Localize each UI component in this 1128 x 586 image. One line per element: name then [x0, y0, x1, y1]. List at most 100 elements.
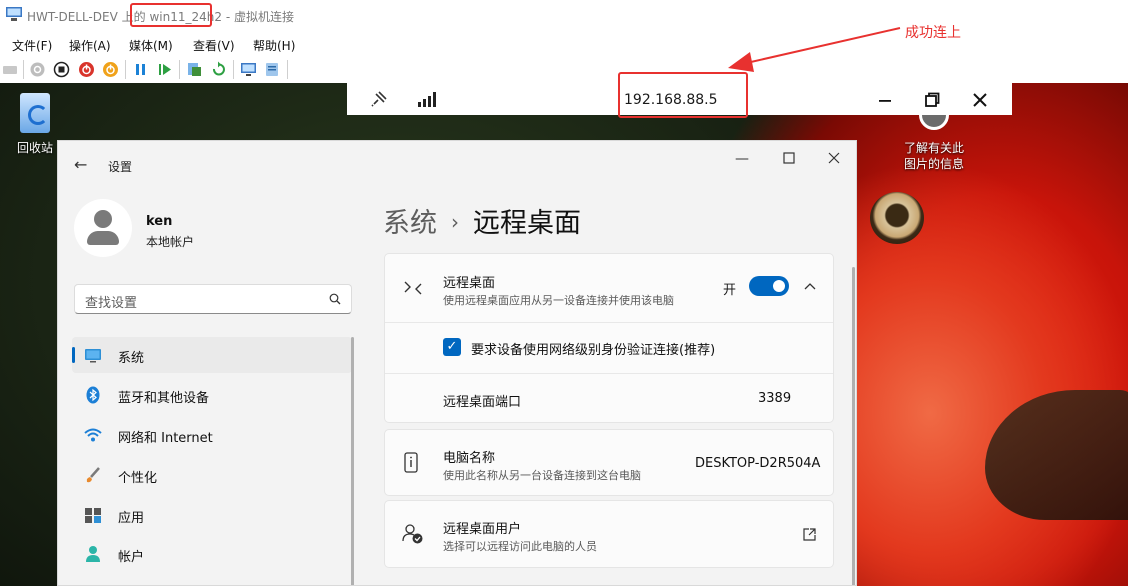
menu-media[interactable]: 媒体(M) — [129, 37, 173, 54]
user-check-icon — [402, 524, 423, 544]
resume-icon[interactable] — [156, 61, 173, 78]
toolbar-separator — [233, 60, 234, 79]
settings-close-icon[interactable] — [828, 152, 840, 164]
pause-icon[interactable] — [132, 61, 149, 78]
remote-desktop-toggle[interactable] — [749, 276, 789, 296]
pc-name-subtitle: 使用此名称从另一台设备连接到这台电脑 — [443, 469, 641, 482]
settings-window: ← 设置 — ken 本地帐户 查找设置 系统 蓝牙和其他设备 网络和 Inte… — [57, 140, 857, 586]
rdp-port-value: 3389 — [758, 391, 792, 406]
nav-item-label: 应用 — [118, 511, 145, 526]
remote-desktop-icon — [404, 281, 422, 295]
user-account-type: 本地帐户 — [146, 235, 195, 249]
account-icon — [86, 546, 100, 562]
enhanced-session-icon[interactable] — [240, 61, 257, 78]
recycle-bin-shortcut[interactable]: 回收站 — [10, 93, 60, 156]
nav-item-apps[interactable]: 应用 — [72, 497, 352, 533]
remote-desktop-subtitle: 使用远程桌面应用从另一设备连接并使用该电脑 — [443, 294, 674, 307]
nav-scrollbar[interactable] — [351, 337, 354, 585]
brush-icon — [86, 467, 100, 483]
search-icon — [329, 293, 341, 305]
remote-desktop-users-card[interactable]: 远程桌面用户 选择可以远程访问此电脑的人员 — [384, 500, 834, 568]
bluetooth-icon — [86, 386, 100, 404]
restore-icon[interactable] — [922, 90, 942, 110]
turn-off-icon[interactable] — [53, 61, 70, 78]
start-icon[interactable] — [29, 61, 46, 78]
avatar[interactable] — [74, 199, 132, 257]
breadcrumb: 系统 › 远程桌面 — [383, 201, 581, 240]
nav-item-personalization[interactable]: 个性化 — [72, 457, 352, 493]
apps-icon — [85, 508, 101, 523]
avatar-body-icon — [87, 231, 119, 245]
close-icon[interactable] — [970, 90, 990, 110]
pc-name-card: 电脑名称 使用此名称从另一台设备连接到这台电脑 DESKTOP-D2R504A — [384, 429, 834, 496]
rd-users-subtitle: 选择可以远程访问此电脑的人员 — [443, 540, 597, 553]
wallpaper-parrot-eye — [870, 192, 924, 244]
window-title-prefix: HWT-DELL-DEV 上的 — [27, 10, 146, 24]
save-icon[interactable] — [102, 61, 119, 78]
menu-action[interactable]: 操作(A) — [69, 37, 111, 54]
pc-name-title: 电脑名称 — [443, 451, 496, 466]
settings-maximize-icon[interactable] — [783, 152, 795, 164]
divider — [385, 322, 833, 323]
nav-item-label: 蓝牙和其他设备 — [118, 391, 210, 406]
learn-about-picture-line1: 了解有关此 — [903, 141, 964, 155]
window-title-suffix: - 虚拟机连接 — [225, 10, 294, 24]
avatar-head-icon — [94, 210, 112, 228]
settings-app-title: 设置 — [108, 160, 133, 174]
menu-file[interactable]: 文件(F) — [12, 37, 52, 54]
user-name: ken — [146, 214, 173, 229]
remote-desktop-title: 远程桌面 — [443, 276, 496, 291]
nav-item-system[interactable]: 系统 — [72, 337, 352, 373]
vm-connection-icon — [6, 7, 22, 21]
rd-users-title: 远程桌面用户 — [443, 522, 522, 537]
chevron-right-icon: › — [451, 210, 459, 234]
shutdown-icon[interactable] — [78, 61, 95, 78]
pc-info-icon — [404, 452, 418, 473]
divider — [385, 373, 833, 374]
nav-item-label: 系统 — [118, 351, 145, 366]
system-icon — [85, 349, 101, 363]
wifi-icon — [84, 428, 102, 442]
revert-icon[interactable] — [210, 61, 227, 78]
external-link-icon[interactable] — [803, 528, 816, 541]
nav-item-label: 网络和 Internet — [118, 431, 213, 446]
breadcrumb-parent[interactable]: 系统 — [383, 208, 437, 239]
toolbar-separator — [23, 60, 24, 79]
toolbar-separator — [125, 60, 126, 79]
remote-desktop-card: 远程桌面 使用远程桌面应用从另一设备连接并使用该电脑 开 ✓ 要求设备使用网络级… — [384, 253, 834, 423]
learn-about-picture-line2: 图片的信息 — [903, 157, 964, 171]
connection-quality-icon[interactable] — [416, 89, 440, 109]
content-scrollbar[interactable] — [852, 267, 855, 585]
toolbar-separator — [179, 60, 180, 79]
menu-view[interactable]: 查看(V) — [193, 37, 235, 54]
nav-item-network[interactable]: 网络和 Internet — [72, 417, 352, 453]
pc-name-value: DESKTOP-D2R504A — [695, 456, 821, 471]
settings-minimize-icon[interactable]: — — [735, 151, 749, 167]
nla-label: 要求设备使用网络级别身份验证连接(推荐) — [471, 343, 716, 358]
nav-item-label: 帐户 — [118, 550, 145, 565]
annotation-arrow — [728, 27, 901, 72]
page-title: 远程桌面 — [473, 208, 581, 239]
toolbar — [0, 57, 1128, 84]
chevron-up-icon[interactable] — [803, 280, 817, 292]
nav-item-label: 个性化 — [118, 471, 158, 486]
checkpoint-icon[interactable] — [186, 61, 203, 78]
nav-item-accounts[interactable]: 帐户 — [72, 536, 352, 572]
search-input[interactable]: 查找设置 — [74, 284, 352, 314]
search-placeholder: 查找设置 — [85, 296, 138, 311]
ctrl-alt-del-icon[interactable] — [2, 61, 19, 78]
back-arrow-icon[interactable]: ← — [74, 155, 87, 174]
annotation-label: 成功连上 — [905, 25, 961, 41]
learn-about-picture-label: 了解有关此 图片的信息 — [898, 140, 970, 172]
nav-item-bluetooth[interactable]: 蓝牙和其他设备 — [72, 377, 352, 413]
minimize-icon[interactable] — [875, 90, 895, 110]
recycle-bin-label: 回收站 — [16, 141, 53, 155]
rdp-port-label: 远程桌面端口 — [443, 395, 522, 410]
nla-checkbox[interactable]: ✓ — [443, 338, 461, 356]
menu-help[interactable]: 帮助(H) — [253, 37, 295, 54]
recycle-bin-icon — [20, 93, 50, 133]
share-icon[interactable] — [264, 61, 281, 78]
toolbar-separator — [287, 60, 288, 79]
pin-icon[interactable] — [369, 89, 389, 109]
toggle-state-label: 开 — [723, 283, 737, 298]
